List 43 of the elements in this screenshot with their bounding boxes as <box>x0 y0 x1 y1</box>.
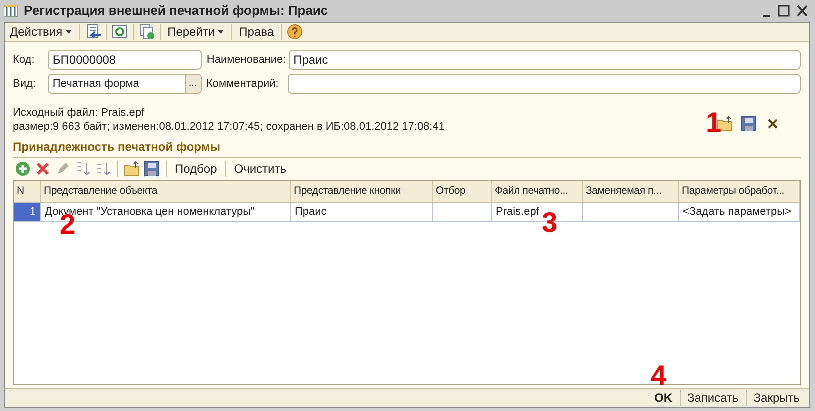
row-number-cell: 1 <box>14 203 41 221</box>
toolbar-button[interactable]: Права <box>237 23 276 41</box>
window-icon <box>4 5 18 17</box>
dialog-button[interactable]: Записать <box>682 389 744 407</box>
field-label: Комментарий: <box>206 76 280 92</box>
column-header[interactable]: Отбор <box>433 181 492 202</box>
caret-icon <box>66 30 72 34</box>
toolbar-button[interactable]: Очистить <box>232 160 289 178</box>
field-label: Вид: <box>13 76 37 92</box>
column-header[interactable]: Представление кнопки <box>291 181 433 202</box>
file-info-text: Исходный файл: Prais.epf <box>13 106 146 120</box>
field-label: Код: <box>13 52 36 68</box>
refresh-icon[interactable] <box>112 24 128 40</box>
copy-icon[interactable] <box>138 24 155 40</box>
menu-button[interactable]: Перейти <box>166 23 226 41</box>
delete-icon[interactable] <box>35 161 51 177</box>
menu-button[interactable]: Действия <box>8 23 74 41</box>
column-header[interactable]: Заменяемая п... <box>583 181 679 202</box>
table-cell: <Задать параметры> <box>679 203 800 221</box>
window-title: Регистрация внешней печатной формы: Праис <box>24 2 328 20</box>
input-field[interactable]: БП0000008 <box>48 50 202 70</box>
column-header[interactable]: N <box>14 181 41 202</box>
field-label: Наименование: <box>206 52 287 68</box>
help-icon[interactable] <box>287 24 304 40</box>
sort-icon[interactable] <box>95 161 111 177</box>
file-info-text: размер:9 663 байт; изменен:08.01.2012 17:07:45; сохранен в ИБ:08.01.2012 17:08:41 <box>13 120 445 134</box>
add-icon[interactable] <box>15 161 31 177</box>
section-title: Принадлежность печатной формы <box>13 138 801 158</box>
select-field[interactable]: Печатная форма ... <box>48 74 202 94</box>
annotation-number: 1 <box>706 112 722 134</box>
input-field[interactable]: Праис <box>288 50 801 70</box>
column-header[interactable]: Представление объекта <box>41 181 291 202</box>
toolbar-button[interactable]: Подбор <box>173 160 220 178</box>
table-cell: Праис <box>291 203 433 221</box>
column-header[interactable]: Параметры обработ... <box>679 181 800 202</box>
input-field[interactable] <box>288 74 801 94</box>
folder-icon[interactable] <box>124 161 140 177</box>
sort-icon[interactable] <box>75 161 91 177</box>
dialog-button[interactable]: Закрыть <box>748 389 805 407</box>
dialog-button[interactable]: OK <box>650 389 678 407</box>
column-header[interactable]: Файл печатно... <box>492 181 583 202</box>
annotation-number: 4 <box>651 365 667 387</box>
caret-icon <box>218 30 224 34</box>
